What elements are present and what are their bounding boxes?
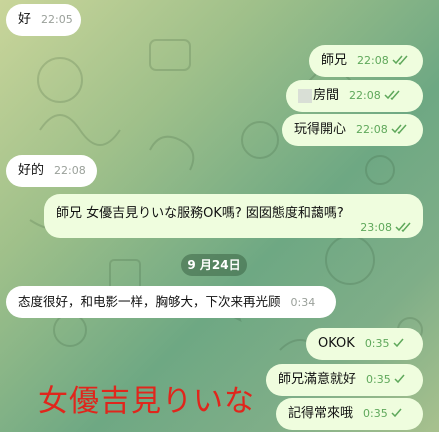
message-bubble-outgoing[interactable]: 玩得開心 22:08 xyxy=(282,114,423,146)
message-bubble-incoming[interactable]: 好 22:05 xyxy=(6,4,81,36)
redacted-text xyxy=(298,88,312,103)
message-bubble-outgoing[interactable]: 師兄 女優吉見りいな服務OK嗎? 囡囡態度和藹嗎? 23:08 xyxy=(44,194,423,238)
message-time: 22:08 xyxy=(54,164,86,177)
message-time: 0:34 xyxy=(290,296,316,309)
message-time: 0:35 xyxy=(364,337,390,350)
message-time: 22:05 xyxy=(41,13,73,26)
message-text: 師兄滿意就好 xyxy=(278,372,357,387)
message-text: 師兄 xyxy=(321,53,348,68)
message-text: 态度很好，和电影一样，胸够大，下次来再光顾 xyxy=(18,294,281,309)
double-check-icon xyxy=(384,90,400,100)
message-time: 22:08 xyxy=(356,123,388,136)
message-time: 22:08 xyxy=(357,54,389,67)
message-time: 0:35 xyxy=(366,373,391,386)
message-bubble-outgoing[interactable]: 房間 22:08 xyxy=(286,80,423,112)
message-text: 房間 xyxy=(313,88,340,103)
message-text: 好的 xyxy=(18,163,45,178)
message-text: 記得常來哦 xyxy=(288,406,354,421)
single-check-icon xyxy=(392,338,404,347)
message-bubble-outgoing[interactable]: 師兄滿意就好 0:35 xyxy=(266,364,423,396)
message-bubble-outgoing[interactable]: 師兄 22:08 xyxy=(309,45,423,77)
message-time: 0:35 xyxy=(363,407,388,420)
double-check-icon xyxy=(391,124,407,134)
message-time: 22:08 xyxy=(349,89,381,102)
date-separator: 9 月24日 xyxy=(181,254,247,276)
message-text: 玩得開心 xyxy=(294,122,347,137)
message-text: 師兄 女優吉見りいな服務OK嗎? 囡囡態度和藹嗎? xyxy=(56,206,344,221)
single-check-icon xyxy=(391,408,402,417)
single-check-icon xyxy=(394,374,405,383)
double-check-icon xyxy=(392,55,408,65)
double-check-icon xyxy=(395,222,411,232)
message-text: OKOK xyxy=(318,336,355,351)
message-bubble-incoming[interactable]: 好的 22:08 xyxy=(6,155,97,187)
message-time: 23:08 xyxy=(360,221,392,234)
message-bubble-outgoing[interactable]: 記得常來哦 0:35 xyxy=(276,398,423,430)
message-bubble-incoming[interactable]: 态度很好，和电影一样，胸够大，下次来再光顾 0:34 xyxy=(6,286,336,318)
watermark-text: 女優吉見りいな xyxy=(38,384,255,419)
message-bubble-outgoing[interactable]: OKOK 0:35 xyxy=(306,328,423,360)
message-text: 好 xyxy=(18,12,32,27)
